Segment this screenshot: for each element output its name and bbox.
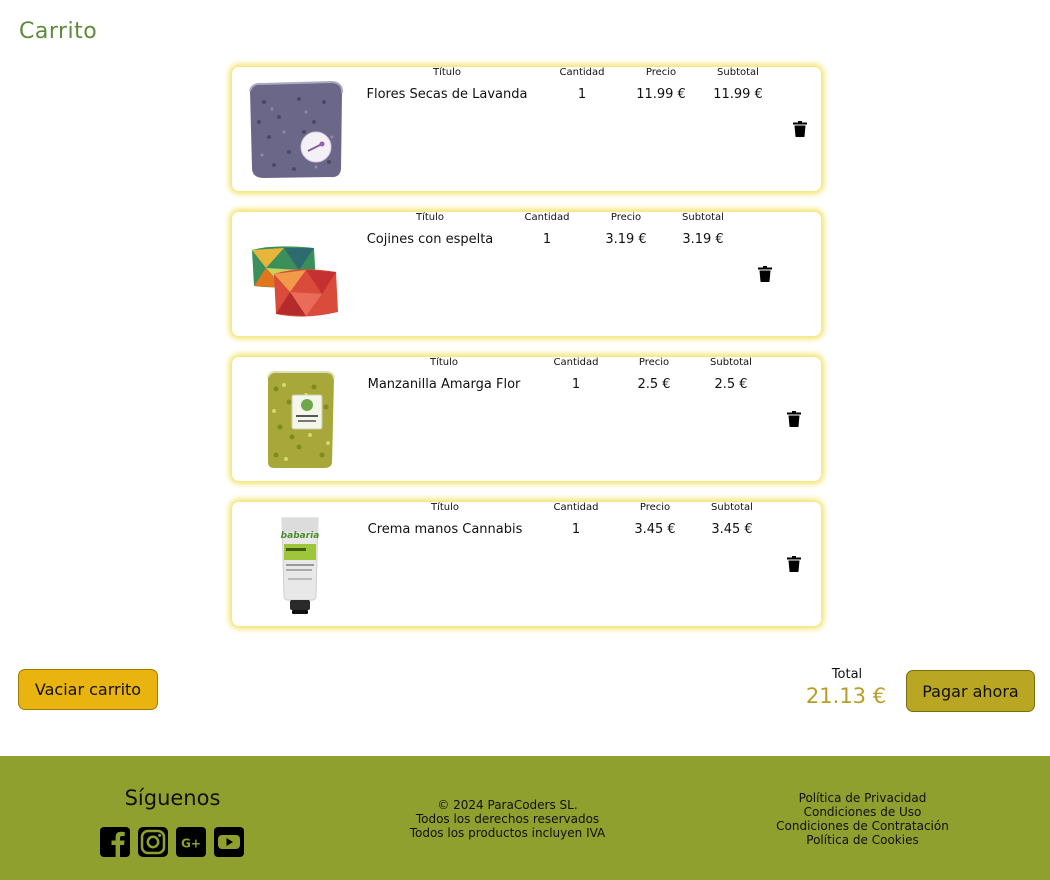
terms-of-use-link[interactable]: Condiciones de Uso xyxy=(740,805,985,819)
tax-note: Todos los productos incluyen IVA xyxy=(409,826,606,840)
youtube-icon[interactable] xyxy=(214,827,244,857)
title-header: Título xyxy=(415,212,445,223)
item-quantity: 1 xyxy=(571,377,581,392)
item-quantity: 1 xyxy=(577,87,587,102)
rights-text: Todos los derechos reservados xyxy=(415,812,600,826)
quantity-header: Cantidad xyxy=(553,502,599,513)
cart-item: Título Cojines con espelta Cantidad 1 Pr… xyxy=(232,212,821,336)
cart-item: Título Manzanilla Amarga Flor Cantidad 1… xyxy=(232,357,821,481)
cookie-policy-link[interactable]: Política de Cookies xyxy=(740,833,985,847)
page-title: Carrito xyxy=(19,19,98,44)
price-header: Precio xyxy=(645,67,677,78)
price-header: Precio xyxy=(638,357,670,368)
product-image-chamomile xyxy=(244,367,348,471)
price-header: Precio xyxy=(639,502,671,513)
trash-icon[interactable] xyxy=(758,266,772,282)
subtotal-header: Subtotal xyxy=(682,212,724,223)
subtotal-header: Subtotal xyxy=(717,67,759,78)
item-subtotal: 3.45 € xyxy=(711,522,753,537)
empty-cart-button[interactable]: Vaciar carrito xyxy=(18,669,158,710)
footer: Síguenos G+ © 2024 ParaCoders SL. Todos … xyxy=(0,756,1050,880)
quantity-header: Cantidad xyxy=(553,357,599,368)
title-header: Título xyxy=(432,67,462,78)
follow-title: Síguenos xyxy=(124,786,221,810)
contract-terms-link[interactable]: Condiciones de Contratación xyxy=(740,819,985,833)
item-price: 2.5 € xyxy=(637,377,671,392)
product-image-lavender xyxy=(244,77,348,181)
trash-icon[interactable] xyxy=(787,556,801,572)
price-header: Precio xyxy=(610,212,642,223)
item-subtotal: 11.99 € xyxy=(713,87,763,102)
item-title: Crema manos Cannabis xyxy=(367,522,523,537)
item-title: Cojines con espelta xyxy=(366,232,494,247)
pay-now-button[interactable]: Pagar ahora xyxy=(906,670,1035,712)
item-price: 11.99 € xyxy=(636,87,686,102)
legal-info: © 2024 ParaCoders SL. Todos los derechos… xyxy=(380,798,635,840)
subtotal-header: Subtotal xyxy=(711,502,753,513)
product-image-hand-cream: babaria xyxy=(244,512,348,616)
title-header: Título xyxy=(430,502,460,513)
quantity-header: Cantidad xyxy=(559,67,605,78)
item-subtotal: 2.5 € xyxy=(714,377,748,392)
item-title: Manzanilla Amarga Flor xyxy=(367,377,521,392)
item-price: 3.45 € xyxy=(634,522,676,537)
total-label: Total xyxy=(831,667,863,682)
item-price: 3.19 € xyxy=(605,232,647,247)
cart-item: Título Flores Secas de Lavanda Cantidad … xyxy=(232,67,821,191)
quantity-header: Cantidad xyxy=(524,212,570,223)
google-plus-icon[interactable]: G+ xyxy=(176,827,206,857)
item-quantity: 1 xyxy=(571,522,581,537)
legal-links: Política de Privacidad Condiciones de Us… xyxy=(740,791,985,847)
facebook-icon[interactable] xyxy=(100,827,130,857)
svg-text:babaria: babaria xyxy=(281,531,320,541)
item-title: Flores Secas de Lavanda xyxy=(366,87,528,102)
item-quantity: 1 xyxy=(542,232,552,247)
cart-item: babaria Título Crema manos Cannabis Cant… xyxy=(232,502,821,626)
trash-icon[interactable] xyxy=(787,411,801,427)
trash-icon[interactable] xyxy=(793,121,807,137)
copyright-text: © 2024 ParaCoders SL. xyxy=(437,798,578,812)
svg-text:G+: G+ xyxy=(181,837,201,851)
privacy-policy-link[interactable]: Política de Privacidad xyxy=(740,791,985,805)
product-image-cushions xyxy=(244,222,348,326)
instagram-icon[interactable] xyxy=(138,827,168,857)
title-header: Título xyxy=(429,357,459,368)
total-value: 21.13 € xyxy=(805,684,887,708)
item-subtotal: 3.19 € xyxy=(682,232,724,247)
subtotal-header: Subtotal xyxy=(710,357,752,368)
